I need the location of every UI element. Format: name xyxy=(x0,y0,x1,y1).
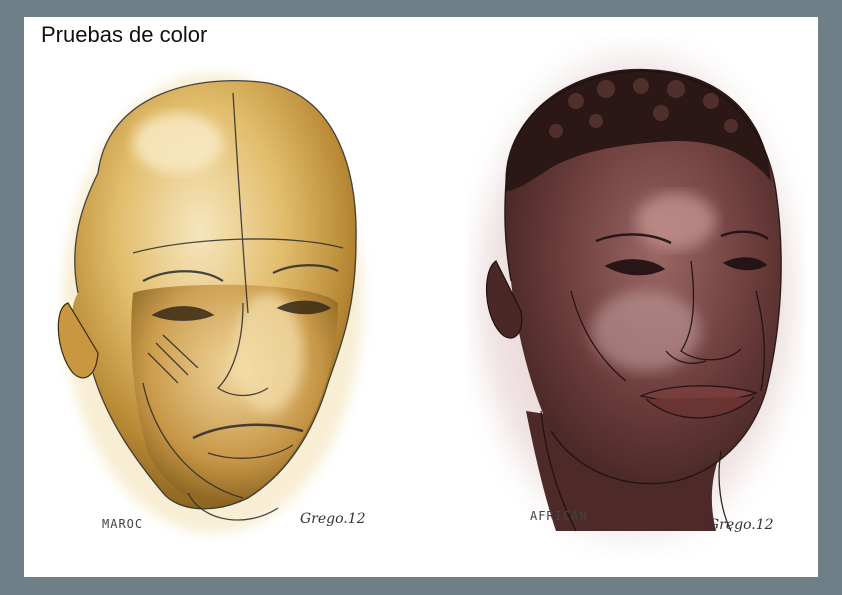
african-caption: AFRICAN xyxy=(530,509,588,523)
maroc-drawing-panel: MAROC Grego.12 xyxy=(38,53,374,559)
maroc-face-illustration xyxy=(57,73,363,533)
maroc-signature: Grego.12 xyxy=(300,511,366,527)
african-drawing-panel: AFRICAN Grego.12 xyxy=(466,31,806,561)
sheet: Pruebas de color MAROC Grego.12 AFRICAN … xyxy=(24,17,818,577)
page-title: Pruebas de color xyxy=(41,22,208,47)
maroc-caption: MAROC xyxy=(102,517,144,531)
african-face-illustration xyxy=(466,41,806,551)
african-signature: Grego.12 xyxy=(708,517,774,533)
